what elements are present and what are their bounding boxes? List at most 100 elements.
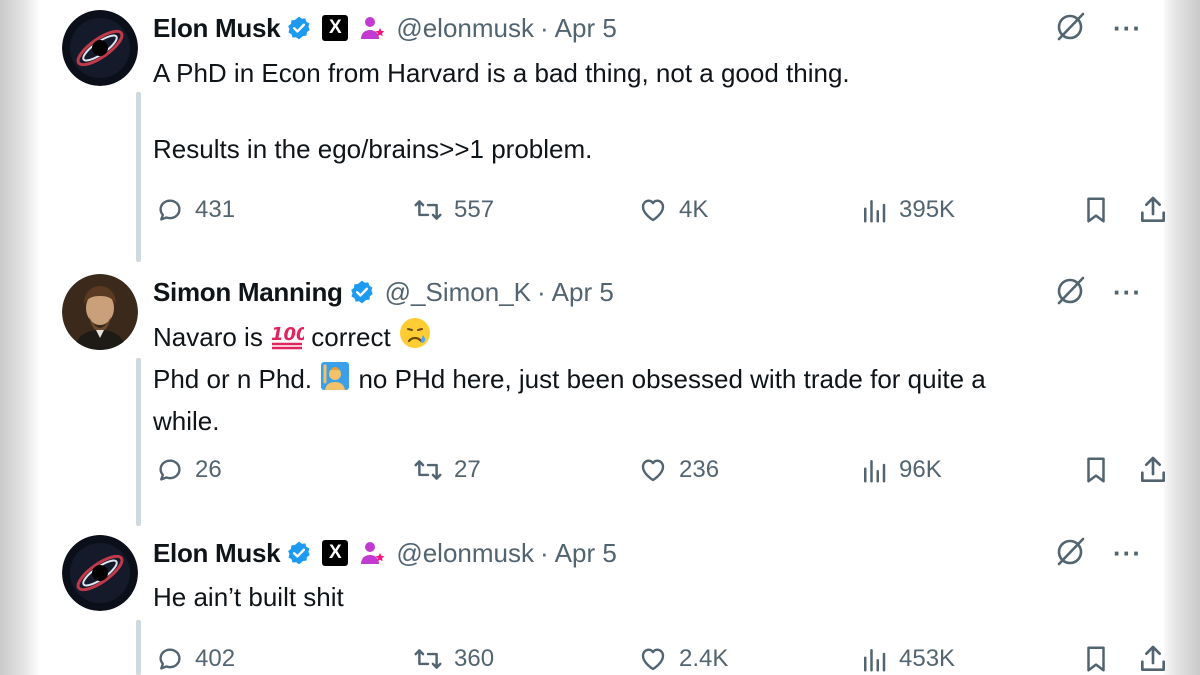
heart-icon (641, 199, 665, 222)
tweet-text-line: Results in the ego/brains>>1 problem. (153, 134, 593, 164)
separator-dot: · (537, 276, 546, 307)
tweet-text-segment: correct (304, 322, 398, 352)
views-button[interactable]: 96K (859, 452, 942, 488)
bookmark-button[interactable] (1081, 641, 1111, 675)
bookmark-icon (1087, 457, 1105, 483)
repost-button[interactable]: 360 (412, 641, 494, 675)
views-button[interactable]: 395K (859, 192, 955, 228)
tweet-text-segment: Navaro is (153, 322, 271, 352)
repost-count: 557 (454, 196, 495, 223)
views-count: 96K (899, 456, 942, 483)
repost-button[interactable]: 27 (412, 452, 481, 488)
avatar[interactable] (62, 535, 138, 611)
author-handle[interactable]: @elonmusk (396, 13, 534, 44)
reply-count: 26 (195, 456, 222, 483)
author-handle[interactable]: @elonmusk (396, 538, 534, 569)
tweet-text-line: Navaro is 100 correct (153, 316, 1113, 360)
x-affiliation-badge-icon[interactable]: X (322, 540, 349, 566)
tweet-actions: 26 27 236 96K (153, 452, 1165, 488)
like-button[interactable]: 2.4K (637, 641, 728, 675)
tweet-date[interactable]: Apr 5 (552, 277, 614, 308)
bookmark-icon (1087, 197, 1105, 223)
avatar-simon-image (62, 274, 138, 350)
tweet-text: Navaro is 100 correct Phd or n Phd. no P… (153, 316, 1113, 440)
tweet-header: Simon Manning @_Simon_K · Apr 5 (153, 274, 614, 310)
author-name[interactable]: Elon Musk (153, 538, 281, 569)
tweet-date[interactable]: Apr 5 (555, 538, 617, 569)
reply-button[interactable]: 431 (155, 192, 235, 228)
reply-icon (159, 648, 181, 670)
grok-slash-icon[interactable] (1055, 274, 1087, 311)
reply-icon (159, 199, 181, 221)
author-name[interactable]: Elon Musk (153, 13, 281, 44)
more-options-icon[interactable]: ··· (1113, 279, 1142, 305)
svg-text:100: 100 (271, 324, 304, 345)
views-chart-icon (864, 460, 886, 483)
verified-badge-icon[interactable] (286, 15, 312, 41)
tweet-header: Elon Musk X @elonmusk · Apr 5 (153, 10, 617, 46)
heart-icon (641, 648, 665, 671)
avatar[interactable] (62, 10, 138, 86)
verified-badge-icon[interactable] (286, 540, 312, 566)
separator-dot: · (540, 12, 549, 43)
author-handle[interactable]: @_Simon_K (385, 277, 531, 308)
share-icon (1141, 456, 1165, 482)
tweet-top-actions: ··· (1055, 10, 1142, 46)
thread-connector-line (136, 358, 141, 526)
tweet-top-actions: ··· (1055, 274, 1142, 310)
avatar-elon-image (62, 535, 138, 611)
author-name[interactable]: Simon Manning (153, 277, 343, 308)
bookmark-button[interactable] (1081, 452, 1111, 488)
like-button[interactable]: 4K (637, 192, 708, 228)
reply-icon (159, 459, 181, 481)
share-icon (1141, 645, 1165, 671)
share-button[interactable] (1137, 192, 1169, 228)
tweet-text: He ain’t built shit (153, 578, 1113, 616)
thread-connector-line (136, 620, 141, 675)
share-button[interactable] (1137, 452, 1169, 488)
reply-button[interactable]: 26 (155, 452, 222, 488)
more-options-icon[interactable]: ··· (1113, 15, 1142, 41)
bookmark-button[interactable] (1081, 192, 1111, 228)
like-count: 4K (679, 196, 709, 223)
views-count: 395K (899, 196, 956, 223)
avatar[interactable] (62, 274, 138, 350)
more-options-icon[interactable]: ··· (1113, 540, 1142, 566)
grok-slash-icon[interactable] (1055, 535, 1087, 572)
reply-count: 402 (195, 645, 236, 672)
person-badge-icon (358, 539, 386, 567)
thread-connector-line (136, 92, 141, 262)
sad-tear-face-emoji-icon (398, 316, 432, 360)
repost-icon (414, 460, 442, 480)
like-count: 236 (679, 456, 720, 483)
repost-button[interactable]: 557 (412, 192, 494, 228)
reply-button[interactable]: 402 (155, 641, 235, 675)
views-button[interactable]: 453K (859, 641, 955, 675)
tweet-text-segment: Phd or n Phd. (153, 364, 320, 394)
like-button[interactable]: 236 (637, 452, 719, 488)
heart-icon (641, 459, 665, 482)
tweet-text-line: while. (153, 406, 220, 436)
tweet-header: Elon Musk X @elonmusk · Apr 5 (153, 535, 617, 571)
share-icon (1141, 196, 1165, 222)
tweet-date[interactable]: Apr 5 (555, 13, 617, 44)
person-badge-icon (358, 14, 386, 42)
x-affiliation-badge-icon[interactable]: X (322, 15, 349, 41)
person-raising-hand-emoji-icon (319, 360, 351, 402)
tweet-thread: Elon Musk X @elonmusk · Apr 5 ··· A PhD … (40, 0, 1165, 675)
avatar-elon-image (62, 10, 138, 86)
grok-slash-icon[interactable] (1055, 10, 1087, 47)
views-chart-icon (864, 200, 886, 223)
views-count: 453K (899, 645, 956, 672)
repost-icon (414, 649, 442, 669)
hundred-points-emoji-icon: 100 (270, 322, 309, 360)
separator-dot: · (540, 537, 549, 568)
verified-badge-icon[interactable] (349, 279, 375, 305)
share-button[interactable] (1137, 641, 1169, 675)
tweet-actions: 402 360 2.4K 453K (153, 641, 1165, 675)
repost-count: 360 (454, 645, 495, 672)
tweet-text-line (153, 92, 1113, 130)
like-count: 2.4K (679, 645, 729, 672)
tweet-text-line: A PhD in Econ from Harvard is a bad thin… (153, 58, 850, 88)
tweet-text: A PhD in Econ from Harvard is a bad thin… (153, 54, 1113, 168)
